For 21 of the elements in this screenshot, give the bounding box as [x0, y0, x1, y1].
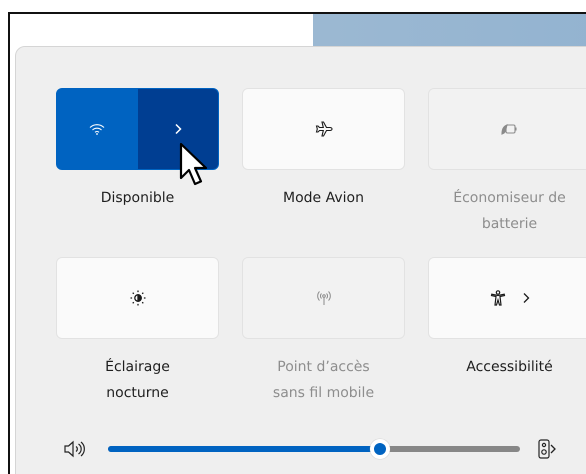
tile-label: Accessibilité	[465, 358, 554, 377]
tile-label: Économiseur de batterie	[452, 188, 567, 234]
battery-icon	[500, 123, 518, 135]
speaker-icon	[64, 440, 86, 458]
slider-thumb[interactable]	[370, 439, 390, 459]
speaker-device-icon	[538, 439, 550, 459]
airplane-icon	[314, 121, 332, 137]
tile-label: Éclairage nocturne	[104, 357, 171, 403]
chevron-icon	[550, 443, 556, 455]
antenna-icon	[316, 290, 332, 306]
tile-label: Point d’accès sans fil mobile	[272, 358, 376, 403]
tile-label: Mode Avion	[282, 189, 365, 208]
mouse-pointer-icon	[179, 142, 209, 188]
chevron-icon	[522, 292, 530, 304]
brightness-icon	[130, 290, 146, 306]
volume-slider[interactable]	[108, 439, 520, 459]
wifi-icon	[89, 123, 106, 135]
chevron-icon	[174, 123, 182, 135]
quick-setting-tile[interactable]	[56, 88, 219, 170]
person-icon	[490, 290, 506, 306]
tile-label: Disponible	[100, 189, 176, 208]
